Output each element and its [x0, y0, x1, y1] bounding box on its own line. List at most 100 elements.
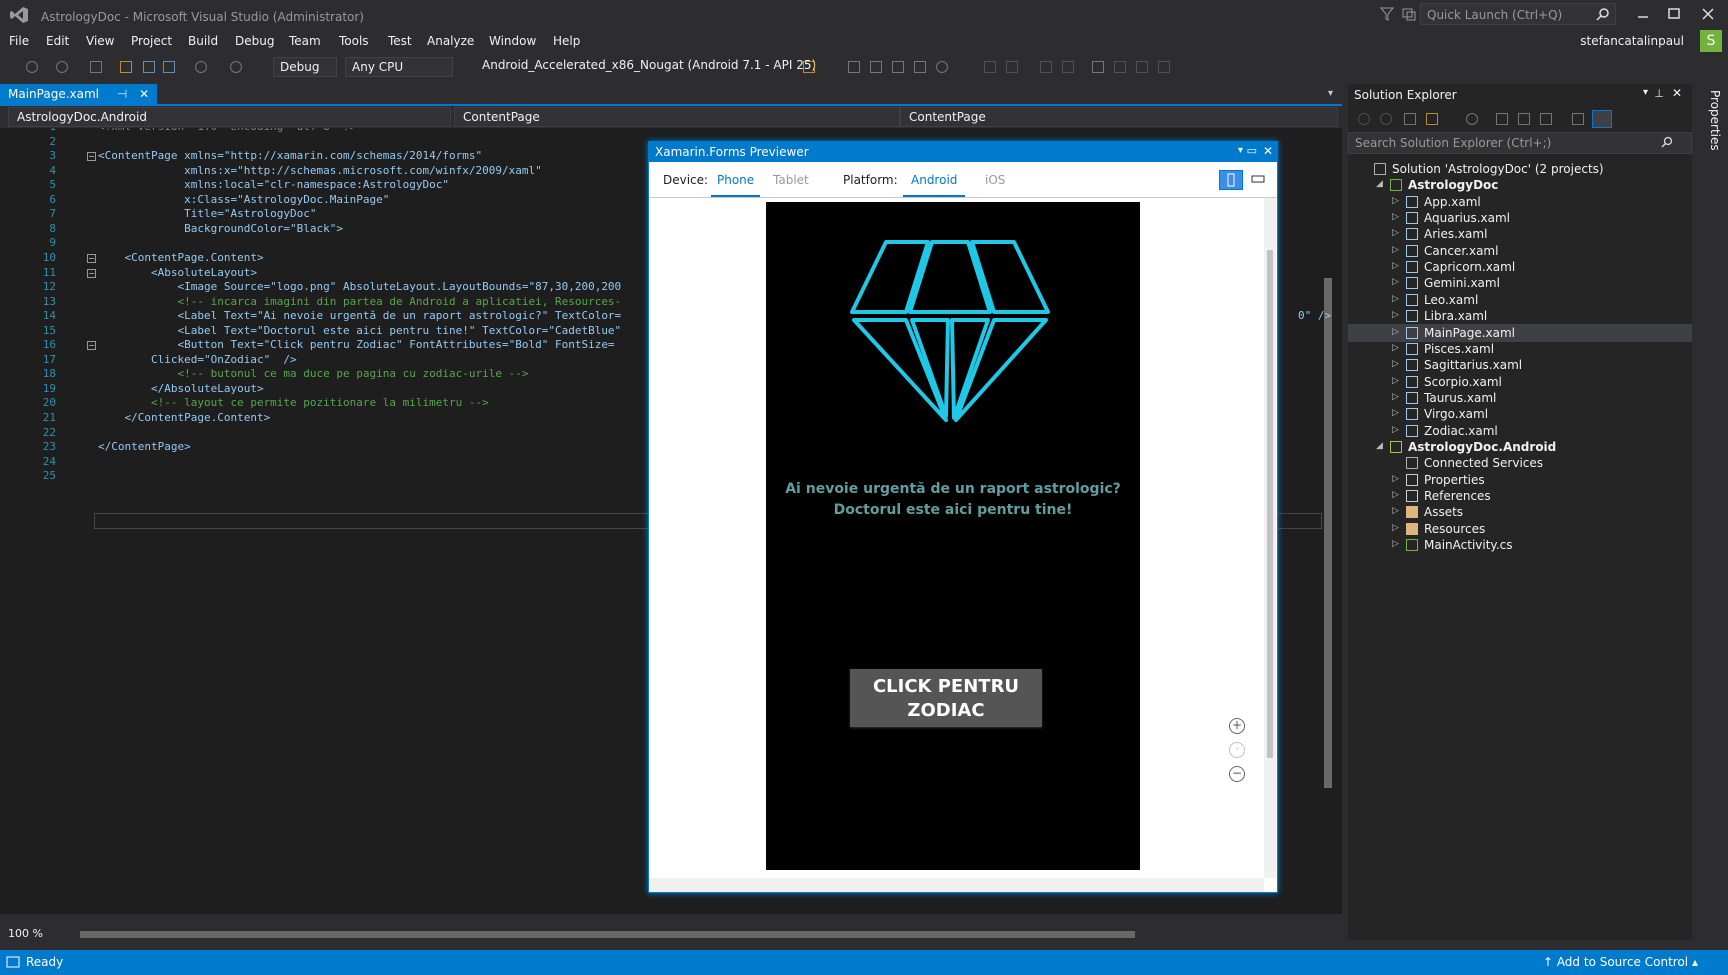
- menu-team[interactable]: Team: [289, 34, 321, 48]
- tree-item[interactable]: ▷ Assets: [1348, 503, 1692, 521]
- open-file-icon[interactable]: [120, 61, 132, 73]
- menu-analyze[interactable]: Analyze: [427, 34, 474, 48]
- home-icon[interactable]: [1404, 113, 1416, 125]
- menu-window[interactable]: Window: [489, 34, 536, 48]
- tree-item[interactable]: ▷ Resources: [1348, 520, 1692, 538]
- se-search-icon[interactable]: [1661, 136, 1673, 148]
- collapse-toggle-icon[interactable]: −: [87, 152, 96, 162]
- collapsed-arrow-icon[interactable]: ▷: [1392, 343, 1400, 353]
- tab-close-icon[interactable]: ✕: [139, 87, 149, 101]
- search-icon[interactable]: [1596, 7, 1610, 21]
- tree-item[interactable]: ▷ Aquarius.xaml: [1348, 209, 1692, 227]
- bookmark-prev-icon[interactable]: [1114, 61, 1126, 73]
- properties-wrench-icon[interactable]: [1572, 113, 1584, 125]
- previewer-horizontal-scrollbar[interactable]: [649, 878, 1264, 892]
- add-to-source-control-button[interactable]: ↑ Add to Source Control ▴: [1543, 955, 1698, 969]
- previewer-dropdown-icon[interactable]: ▾: [1238, 145, 1243, 156]
- tree-item[interactable]: ▷ MainPage.xaml: [1348, 323, 1692, 342]
- save-all-icon[interactable]: [163, 61, 175, 73]
- sdk-manager-icon[interactable]: [892, 61, 904, 73]
- undo-icon[interactable]: [195, 61, 207, 73]
- device-phone-tab[interactable]: Phone: [711, 173, 761, 197]
- tree-item[interactable]: ▷ Taurus.xaml: [1348, 389, 1692, 407]
- tree-item[interactable]: Connected Services: [1348, 454, 1692, 472]
- quick-launch-input[interactable]: Quick Launch (Ctrl+Q): [1420, 3, 1616, 25]
- minimize-icon[interactable]: [1636, 7, 1650, 21]
- previewer-close-icon[interactable]: ✕: [1263, 144, 1273, 158]
- member-scope-select[interactable]: ContentPage: [900, 107, 1338, 127]
- collapse-all-icon[interactable]: [1518, 113, 1530, 125]
- menu-view[interactable]: View: [86, 34, 114, 48]
- bookmark-next-icon[interactable]: [1136, 61, 1148, 73]
- collapsed-arrow-icon[interactable]: ▷: [1392, 228, 1400, 238]
- sync-icon[interactable]: [1496, 113, 1508, 125]
- close-icon[interactable]: [1701, 7, 1715, 21]
- platform-select[interactable]: Any CPU: [345, 57, 453, 77]
- collapsed-arrow-icon[interactable]: ▷: [1392, 327, 1400, 337]
- platform-android-tab[interactable]: Android: [903, 173, 966, 197]
- previewer-maximize-icon[interactable]: ▭: [1247, 144, 1257, 157]
- bookmark-clear-icon[interactable]: [1158, 61, 1170, 73]
- align-icon[interactable]: [984, 61, 996, 73]
- collapsed-arrow-icon[interactable]: ▷: [1392, 310, 1400, 320]
- platform-ios-tab[interactable]: iOS: [985, 173, 1005, 187]
- solution-search-input[interactable]: Search Solution Explorer (Ctrl+;): [1348, 132, 1692, 154]
- bookmark-icon[interactable]: [1092, 61, 1104, 73]
- collapsed-arrow-icon[interactable]: ▷: [1392, 392, 1400, 402]
- menu-build[interactable]: Build: [188, 34, 218, 48]
- zoom-level-select[interactable]: 100 %: [8, 927, 43, 940]
- tree-item[interactable]: ▷ Virgo.xaml: [1348, 405, 1692, 423]
- tree-item[interactable]: ▷ Libra.xaml: [1348, 307, 1692, 325]
- filter-icon[interactable]: [1380, 7, 1394, 21]
- portrait-orientation-button[interactable]: [1219, 170, 1243, 190]
- avatar[interactable]: S: [1700, 30, 1722, 52]
- configuration-select[interactable]: Debug: [273, 57, 337, 77]
- collapsed-arrow-icon[interactable]: ▷: [1392, 294, 1400, 304]
- collapsed-arrow-icon[interactable]: ▷: [1392, 490, 1400, 500]
- se-close-icon[interactable]: ✕: [1672, 86, 1682, 100]
- collapsed-arrow-icon[interactable]: ▷: [1392, 277, 1400, 287]
- previewer-scroll-thumb[interactable]: [1267, 250, 1273, 758]
- tree-item[interactable]: Solution 'AstrologyDoc' (2 projects): [1348, 160, 1692, 178]
- indent-icon[interactable]: [1040, 61, 1052, 73]
- menu-edit[interactable]: Edit: [46, 34, 69, 48]
- tree-item[interactable]: ▷ References: [1348, 487, 1692, 505]
- menu-test[interactable]: Test: [388, 34, 412, 48]
- tree-item[interactable]: ▷ Pisces.xaml: [1348, 340, 1692, 358]
- zoom-out-icon[interactable]: −: [1229, 766, 1245, 782]
- editor-vertical-scrollbar[interactable]: [1324, 278, 1332, 788]
- forward-icon[interactable]: [56, 61, 68, 73]
- save-icon[interactable]: [143, 61, 155, 73]
- collapsed-arrow-icon[interactable]: ▷: [1392, 425, 1400, 435]
- expanded-arrow-icon[interactable]: ◢: [1376, 441, 1384, 451]
- tree-item[interactable]: ▷ Cancer.xaml: [1348, 242, 1692, 260]
- notifications-icon[interactable]: [1402, 7, 1416, 21]
- outdent-icon[interactable]: [1062, 61, 1074, 73]
- tree-item[interactable]: ▷ Sagittarius.xaml: [1348, 356, 1692, 374]
- attach-icon[interactable]: [803, 61, 815, 73]
- project-scope-select[interactable]: AstrologyDoc.Android: [8, 107, 451, 127]
- properties-side-tab[interactable]: Properties: [1708, 90, 1722, 151]
- pending-changes-icon[interactable]: [1466, 113, 1478, 125]
- menu-project[interactable]: Project: [131, 34, 172, 48]
- back-icon[interactable]: [26, 61, 38, 73]
- collapse-toggle-icon[interactable]: −: [87, 341, 96, 351]
- collapsed-arrow-icon[interactable]: ▷: [1392, 245, 1400, 255]
- previewer-title-bar[interactable]: Xamarin.Forms Previewer ▾ ▭ ✕: [649, 142, 1277, 162]
- collapsed-arrow-icon[interactable]: ▷: [1392, 523, 1400, 533]
- run-target-button[interactable]: Android_Accelerated_x86_Nougat (Android …: [482, 58, 816, 72]
- collapse-toggle-icon[interactable]: −: [87, 268, 96, 278]
- se-forward-icon[interactable]: [1380, 113, 1392, 125]
- device-log-icon[interactable]: [848, 61, 860, 73]
- tree-item[interactable]: ▷ Leo.xaml: [1348, 291, 1692, 309]
- landscape-orientation-button[interactable]: [1247, 170, 1271, 190]
- collapsed-arrow-icon[interactable]: ▷: [1392, 539, 1400, 549]
- tree-item[interactable]: ▷ Capricorn.xaml: [1348, 258, 1692, 276]
- collapsed-arrow-icon[interactable]: ▷: [1392, 261, 1400, 271]
- se-back-icon[interactable]: [1358, 113, 1370, 125]
- collapsed-arrow-icon[interactable]: ▷: [1392, 506, 1400, 516]
- zodiac-button[interactable]: CLICK PENTRU ZODIAC: [850, 669, 1042, 727]
- previewer-vertical-scrollbar[interactable]: [1264, 198, 1276, 878]
- tree-item[interactable]: ▷ Properties: [1348, 471, 1692, 489]
- tree-item[interactable]: ▷ Scorpio.xaml: [1348, 373, 1692, 391]
